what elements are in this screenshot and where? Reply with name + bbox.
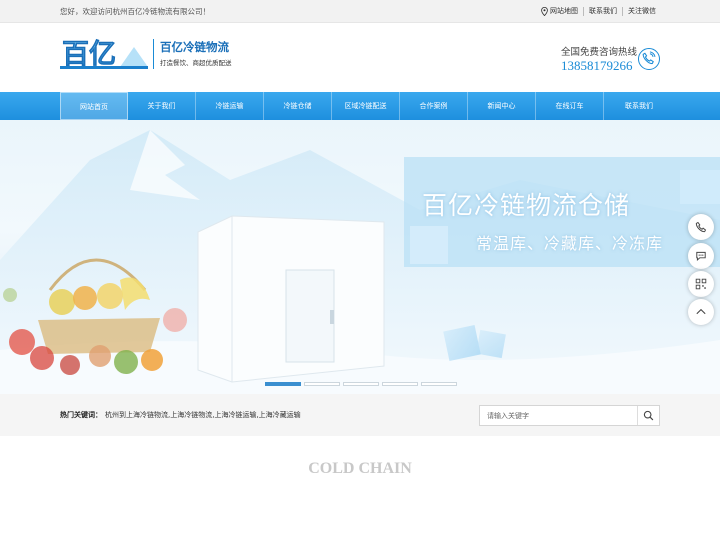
logo-divider [153,39,154,69]
qrcode-icon [695,278,707,290]
search-icon [643,410,654,421]
nav-item-regional-delivery[interactable]: 区域冷链配送 [332,92,400,120]
brand-name: 百亿冷链物流 [160,40,229,54]
nav-item-online-order[interactable]: 在线订车 [536,92,604,120]
slide-dot[interactable] [265,382,301,386]
sitemap-link[interactable]: 网站地图 [550,6,578,16]
hot-keywords-label: 热门关键词： [60,411,102,419]
slide-dot[interactable] [382,382,418,386]
wechat-follow-link[interactable]: 关注微信 [628,6,656,16]
banner-illustration [0,130,720,394]
slide-dot[interactable] [343,382,379,386]
banner-title: 百亿冷链物流仓储 [422,191,631,220]
search-button[interactable] [637,406,659,425]
divider [583,6,584,16]
search-input[interactable] [480,406,638,425]
divider [622,6,623,16]
side-phone-button[interactable] [688,214,714,240]
side-chat-button[interactable] [688,243,714,269]
top-links: 网站地图 联系我们 关注微信 [541,6,656,16]
hero-banner[interactable]: 百亿冷链物流仓储 常温库、冷藏库、冷冻库 [0,120,720,394]
search-strip: 热门关键词： 杭州到上海冷链物流,上海冷链物流,上海冷链运输,上海冷藏运输 [0,394,720,436]
back-to-top-icon [696,308,706,315]
search-box [479,405,660,426]
nav-item-home[interactable]: 网站首页 [60,92,128,120]
nav-item-storage[interactable]: 冷链仓储 [264,92,332,120]
section-title: COLD CHAIN [308,460,412,477]
welcome-text: 您好，欢迎访问杭州百亿冷链物流有限公司！ [60,7,210,16]
chat-icon [696,251,706,261]
location-pin-icon [541,6,548,16]
nav-item-about[interactable]: 关于我们 [128,92,196,120]
nav-item-news[interactable]: 新闻中心 [468,92,536,120]
main-nav: 网站首页 关于我们 冷链运输 冷链仓储 区域冷链配送 合作案例 新闻中心 在线订… [0,92,720,120]
nav-item-cases[interactable]: 合作案例 [400,92,468,120]
site-header: 百亿 百亿冷链物流 打造餐饮、商超优质配送 全国免费咨询热线 138581792… [0,23,720,92]
hotline-number: 13858179266 [561,58,633,73]
phone-icon [695,221,707,233]
contact-link[interactable]: 联系我们 [589,6,617,16]
top-bar: 您好，欢迎访问杭州百亿冷链物流有限公司！ 网站地图 联系我们 关注微信 [0,0,720,23]
phone-icon [638,48,660,70]
side-qrcode-button[interactable] [688,271,714,297]
banner-subtitle: 常温库、冷藏库、冷冻库 [476,234,664,253]
slide-dot[interactable] [421,382,457,386]
slide-indicators [265,382,460,386]
nav-item-contact[interactable]: 联系我们 [604,92,674,120]
hotline-label: 全国免费咨询热线 [561,47,638,58]
side-back-to-top-button[interactable] [688,299,714,325]
logo[interactable]: 百亿 [60,37,150,71]
hot-keywords[interactable]: 杭州到上海冷链物流,上海冷链物流,上海冷链运输,上海冷藏运输 [105,410,301,420]
logo-text: 百亿 [62,39,116,70]
brand-slogan: 打造餐饮、商超优质配送 [160,59,232,67]
nav-item-transport[interactable]: 冷链运输 [196,92,264,120]
slide-dot[interactable] [304,382,340,386]
